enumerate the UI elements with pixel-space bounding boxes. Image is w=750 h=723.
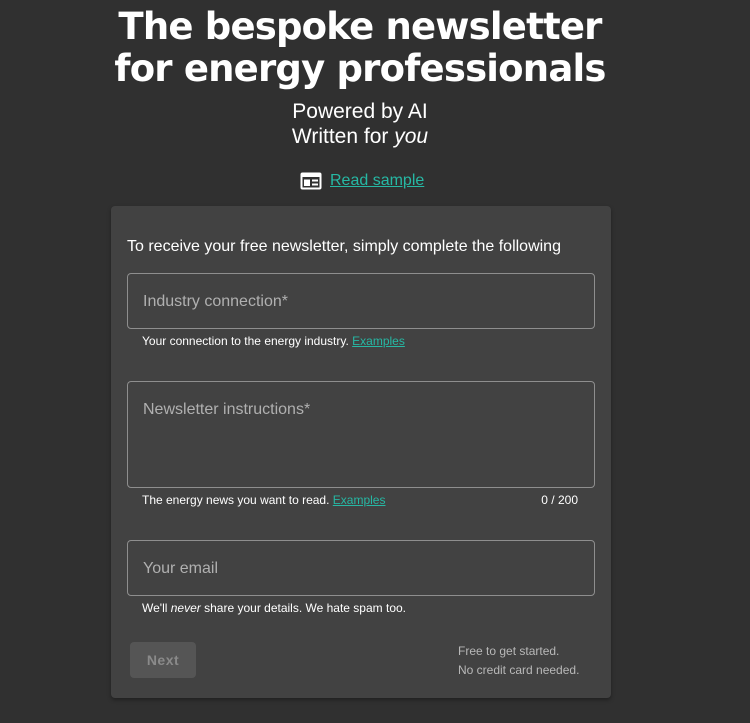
subtitle-powered-by: Powered by AI bbox=[292, 100, 428, 123]
industry-connection-field[interactable]: Industry connection* bbox=[127, 273, 595, 329]
newspaper-icon[interactable] bbox=[300, 171, 322, 191]
email-helper-emphasis: never bbox=[170, 601, 201, 615]
instructions-examples-link[interactable]: Examples bbox=[333, 493, 386, 507]
next-button[interactable]: Next bbox=[130, 642, 196, 678]
newsletter-instructions-label: Newsletter instructions* bbox=[143, 401, 311, 418]
read-sample-link[interactable]: Read sample bbox=[330, 172, 424, 190]
email-field[interactable]: Your email bbox=[127, 540, 595, 596]
industry-connection-label: Industry connection* bbox=[143, 293, 288, 310]
no-credit-card-note: No credit card needed. bbox=[458, 663, 580, 677]
newsletter-instructions-field[interactable]: Newsletter instructions* bbox=[127, 381, 595, 488]
industry-examples-link[interactable]: Examples bbox=[352, 334, 405, 348]
email-helper-prefix: We'll bbox=[142, 601, 171, 615]
subtitle-written-for: Written for you bbox=[0, 124, 720, 149]
hero-title-line-1: The bespoke newsletter bbox=[118, 5, 602, 48]
instructions-helper-text: The energy news you want to read. bbox=[142, 493, 330, 507]
free-note: Free to get started. bbox=[458, 644, 560, 658]
character-counter: 0 / 200 bbox=[541, 493, 578, 507]
newsletter-instructions-helper: The energy news you want to read. Exampl… bbox=[142, 493, 385, 507]
subtitle-written-for-emphasis: you bbox=[394, 125, 429, 148]
email-label: Your email bbox=[143, 560, 219, 577]
hero-title-line-2: for energy professionals bbox=[114, 47, 606, 90]
read-sample-row[interactable]: Read sample bbox=[300, 169, 424, 193]
page: The bespoke newsletter for energy profes… bbox=[0, 0, 750, 723]
industry-connection-helper: Your connection to the energy industry. … bbox=[142, 334, 405, 348]
email-helper: We'll never share your details. We hate … bbox=[142, 601, 406, 615]
hero-title: The bespoke newsletter for energy profes… bbox=[0, 6, 720, 90]
form-intro: To receive your free newsletter, simply … bbox=[127, 238, 561, 255]
email-helper-suffix: share your details. We hate spam too. bbox=[200, 601, 406, 615]
subtitle-written-for-prefix: Written for bbox=[291, 125, 395, 148]
signup-card: To receive your free newsletter, simply … bbox=[111, 206, 611, 698]
industry-helper-text: Your connection to the energy industry. bbox=[142, 334, 349, 348]
